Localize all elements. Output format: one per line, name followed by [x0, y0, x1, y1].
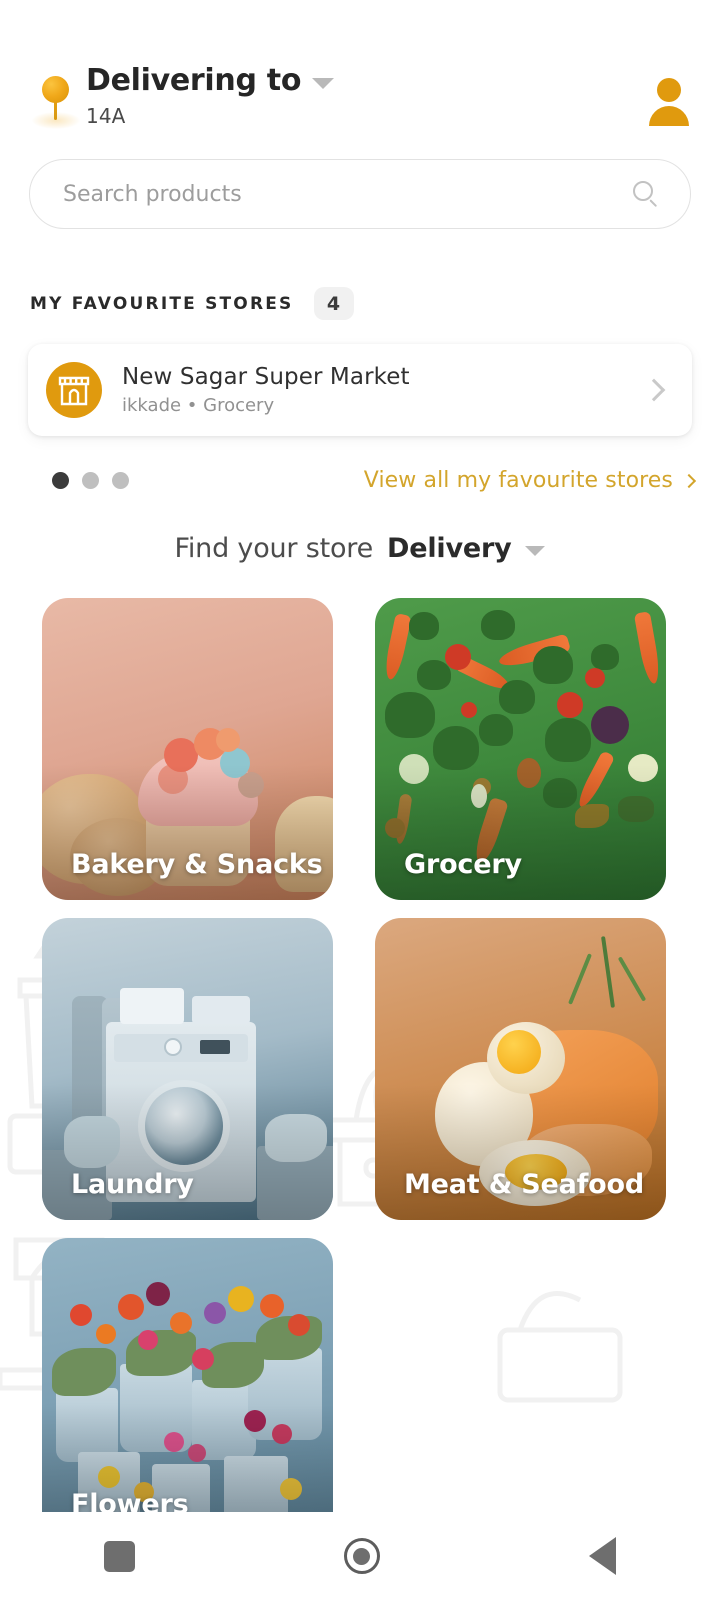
carousel-dot-3[interactable]	[112, 472, 129, 489]
favourites-header: MY FAVOURITE STORES 4	[0, 229, 720, 320]
search-input[interactable]	[63, 181, 630, 207]
search-bar[interactable]	[29, 159, 691, 229]
category-tile-bakery[interactable]: Bakery & Snacks	[42, 598, 333, 900]
chevron-down-icon[interactable]	[312, 78, 335, 89]
category-label: Bakery & Snacks	[71, 849, 323, 880]
chevron-right-icon	[681, 473, 697, 488]
category-tile-meat-seafood[interactable]: Meat & Seafood	[375, 918, 666, 1220]
store-name: New Sagar Super Market	[122, 363, 410, 390]
category-tile-grocery[interactable]: Grocery	[375, 598, 666, 900]
circle-home-icon[interactable]	[343, 1538, 380, 1574]
user-account-icon[interactable]	[646, 76, 692, 126]
square-recents-icon[interactable]	[104, 1540, 136, 1572]
location-pin-icon	[30, 70, 82, 134]
triangle-back-icon[interactable]	[588, 1537, 616, 1575]
carousel-and-viewall-row: View all my favourite stores	[0, 436, 720, 493]
category-label: Meat & Seafood	[404, 1169, 645, 1200]
delivery-address-value: 14A	[86, 104, 126, 128]
carousel-dot-2[interactable]	[82, 472, 99, 489]
find-your-store-row[interactable]: Find your store Delivery	[0, 493, 720, 564]
chevron-right-icon[interactable]	[642, 378, 666, 402]
view-all-label: View all my favourite stores	[363, 468, 673, 493]
favourites-section-title: MY FAVOURITE STORES	[30, 293, 294, 314]
carousel-dot-1[interactable]	[52, 472, 69, 489]
favourites-count-badge: 4	[313, 287, 354, 320]
category-label: Laundry	[71, 1169, 194, 1200]
category-tile-laundry[interactable]: Laundry	[42, 918, 333, 1220]
carousel-dots[interactable]	[52, 472, 129, 489]
search-icon[interactable]	[630, 179, 660, 209]
store-subtitle: ikkade • Grocery	[122, 394, 275, 416]
find-store-prefix: Find your store	[174, 533, 374, 564]
search-section	[0, 144, 720, 229]
favourite-store-card[interactable]: New Sagar Super Market ikkade • Grocery	[28, 344, 692, 436]
category-tile-flowers[interactable]: Flowers	[42, 1238, 333, 1540]
delivering-to-label: Delivering to	[86, 63, 302, 98]
category-label: Grocery	[404, 849, 522, 880]
chevron-down-icon[interactable]	[525, 545, 546, 556]
category-grid: Bakery & Snacks Grocery Laundry Meat & S…	[0, 564, 720, 1540]
store-text-block: New Sagar Super Market ikkade • Grocery	[122, 363, 646, 418]
status-bar-spacer	[0, 0, 720, 52]
storefront-icon	[46, 362, 102, 418]
android-navigation-bar	[0, 1512, 720, 1600]
view-all-favourites-link[interactable]: View all my favourite stores	[363, 468, 697, 493]
app-header: Delivering to 14A	[0, 52, 720, 144]
app-root: Delivering to 14A MY FAVOURITE STORES 4	[0, 0, 720, 1600]
delivery-address-block[interactable]: Delivering to 14A	[82, 62, 646, 130]
find-store-mode: Delivery	[387, 533, 512, 564]
